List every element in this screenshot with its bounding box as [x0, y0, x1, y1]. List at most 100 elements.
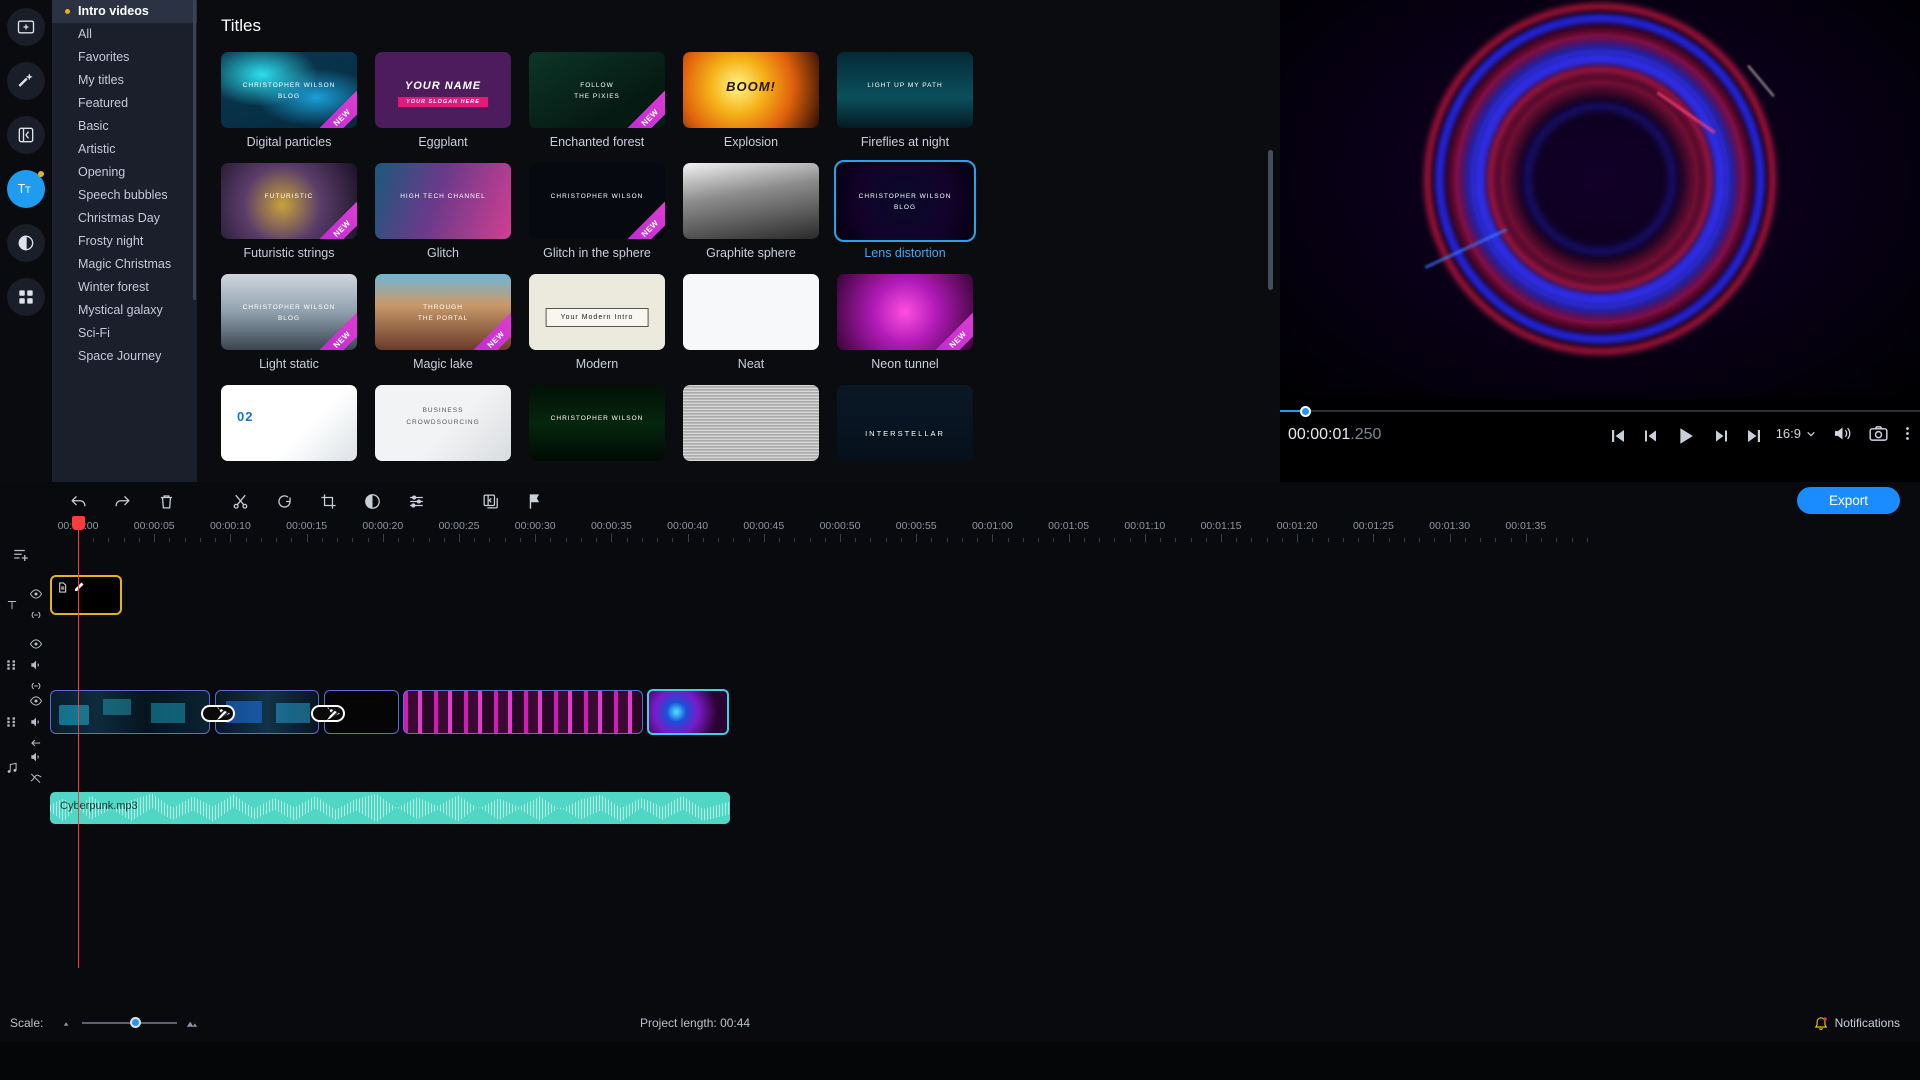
speaker-icon[interactable]: [29, 658, 43, 672]
step-forward-icon[interactable]: [1713, 428, 1729, 444]
sidebar-item-my-titles[interactable]: My titles: [52, 69, 197, 92]
title-thumbnail[interactable]: LIGHT UP MY PATH: [837, 52, 973, 128]
sidebar-item-speech-bubbles[interactable]: Speech bubbles: [52, 184, 197, 207]
title-thumbnail[interactable]: CHRISTOPHER WILSONBLOGNEW: [221, 52, 357, 128]
skip-end-icon[interactable]: [1746, 428, 1762, 444]
title-thumbnail[interactable]: [683, 385, 819, 461]
eye-icon[interactable]: [29, 587, 43, 601]
cut-button[interactable]: [218, 482, 262, 520]
title-card[interactable]: CHRISTOPHER WILSONBLOGNEWLight static: [221, 274, 375, 371]
sidebar-item-featured[interactable]: Featured: [52, 92, 197, 115]
title-card[interactable]: Neat: [683, 274, 837, 371]
sidebar-item-magic-christmas[interactable]: Magic Christmas: [52, 253, 197, 276]
title-card[interactable]: LIGHT UP MY PATHFireflies at night: [837, 52, 991, 149]
title-card[interactable]: FOLLOWTHE PIXIESNEWEnchanted forest: [529, 52, 683, 149]
title-card[interactable]: CHRISTOPHER WILSONBLOGLens distortion: [837, 163, 991, 260]
play-icon[interactable]: [1676, 426, 1696, 446]
more-options-icon[interactable]: [1905, 425, 1910, 442]
marker-button[interactable]: [512, 482, 556, 520]
import-media-icon[interactable]: [7, 8, 45, 46]
sidebar-item-artistic[interactable]: Artistic: [52, 138, 197, 161]
skip-start-icon[interactable]: [1610, 428, 1626, 444]
title-card[interactable]: INTERSTELLAR: [837, 385, 991, 468]
scale-track[interactable]: [82, 1022, 177, 1024]
playhead[interactable]: [78, 520, 79, 968]
sidebar-item-basic[interactable]: Basic: [52, 115, 197, 138]
sidebar-item-christmas-day[interactable]: Christmas Day: [52, 207, 197, 230]
undo-button[interactable]: [56, 482, 100, 520]
title-card[interactable]: BUSINESSCROWDSOURCING: [375, 385, 529, 468]
title-thumbnail[interactable]: FOLLOWTHE PIXIESNEW: [529, 52, 665, 128]
title-thumbnail[interactable]: FUTURISTICNEW: [221, 163, 357, 239]
sidebar-item-intro-videos[interactable]: Intro videos: [52, 0, 197, 23]
sidebar-item-opening[interactable]: Opening: [52, 161, 197, 184]
category-sidebar[interactable]: Intro videosAllFavoritesMy titlesFeature…: [52, 0, 197, 482]
aspect-ratio-selector[interactable]: 16:9: [1776, 426, 1816, 441]
title-thumbnail[interactable]: Your Modern Intro: [529, 274, 665, 350]
delete-button[interactable]: [144, 482, 188, 520]
title-clip[interactable]: [50, 575, 122, 615]
snapshot-icon[interactable]: [1869, 425, 1888, 442]
title-thumbnail[interactable]: CHRISTOPHER WILSONBLOGNEW: [221, 274, 357, 350]
title-card[interactable]: CHRISTOPHER WILSONNEWGlitch in the spher…: [529, 163, 683, 260]
title-card[interactable]: THROUGHTHE PORTALNEWMagic lake: [375, 274, 529, 371]
volume-icon[interactable]: [1833, 425, 1852, 442]
add-track-icon[interactable]: [12, 546, 30, 569]
zoom-out-icon[interactable]: [61, 1018, 74, 1028]
title-card[interactable]: Graphite sphere: [683, 163, 837, 260]
audio-clip[interactable]: Cyberpunk.mp3: [50, 792, 730, 824]
eye-icon[interactable]: [29, 694, 43, 708]
title-thumbnail[interactable]: HIGH TECH CHANNEL: [375, 163, 511, 239]
title-thumbnail[interactable]: 02: [221, 385, 357, 461]
notifications-button[interactable]: Notifications: [1814, 1016, 1900, 1031]
audio-curve-icon[interactable]: [29, 771, 43, 785]
video-clip-1[interactable]: [50, 690, 210, 734]
stabilize-button[interactable]: [468, 482, 512, 520]
title-card[interactable]: Your Modern IntroModern: [529, 274, 683, 371]
link-icon[interactable]: [29, 608, 43, 622]
title-card[interactable]: CHRISTOPHER WILSON: [529, 385, 683, 468]
scale-knob[interactable]: [130, 1017, 141, 1028]
title-thumbnail[interactable]: BOOM!: [683, 52, 819, 128]
sidebar-item-sci-fi[interactable]: Sci-Fi: [52, 322, 197, 345]
title-thumbnail[interactable]: THROUGHTHE PORTALNEW: [375, 274, 511, 350]
titles-icon[interactable]: TT: [7, 170, 45, 208]
title-thumbnail[interactable]: BUSINESSCROWDSOURCING: [375, 385, 511, 461]
sidebar-item-frosty-night[interactable]: Frosty night: [52, 230, 197, 253]
speaker-icon[interactable]: [29, 715, 43, 729]
title-thumbnail[interactable]: [683, 274, 819, 350]
seek-knob[interactable]: [1300, 406, 1311, 417]
title-card[interactable]: BOOM!Explosion: [683, 52, 837, 149]
title-card[interactable]: NEWNeon tunnel: [837, 274, 991, 371]
sidebar-item-mystical-galaxy[interactable]: Mystical galaxy: [52, 299, 197, 322]
title-card[interactable]: HIGH TECH CHANNELGlitch: [375, 163, 529, 260]
sidebar-item-favorites[interactable]: Favorites: [52, 46, 197, 69]
eye-icon[interactable]: [29, 637, 43, 651]
title-card[interactable]: 02: [221, 385, 375, 468]
sidebar-item-all[interactable]: All: [52, 23, 197, 46]
category-scrollbar[interactable]: [193, 0, 196, 300]
arrow-left-icon[interactable]: [29, 736, 43, 750]
scale-slider[interactable]: [61, 1018, 200, 1029]
transition-2[interactable]: [311, 705, 345, 722]
stickers-icon[interactable]: [7, 278, 45, 316]
timeline-ruler[interactable]: 00:00:0000:00:0500:00:1000:00:1500:00:20…: [56, 520, 1920, 542]
video-clip-5[interactable]: [647, 689, 729, 735]
filters-icon[interactable]: [7, 224, 45, 262]
title-thumbnail[interactable]: [683, 163, 819, 239]
title-card[interactable]: CHRISTOPHER WILSONBLOGNEWDigital particl…: [221, 52, 375, 149]
zoom-in-icon[interactable]: [185, 1018, 200, 1029]
seek-bar[interactable]: [1280, 406, 1920, 416]
title-thumbnail[interactable]: NEW: [837, 274, 973, 350]
title-card[interactable]: YOUR NAMEYOUR SLOGAN HEREEggplant: [375, 52, 529, 149]
export-button[interactable]: Export: [1797, 487, 1900, 514]
color-adjust-button[interactable]: [350, 482, 394, 520]
title-thumbnail[interactable]: CHRISTOPHER WILSON: [529, 385, 665, 461]
transition-1[interactable]: [201, 705, 235, 722]
title-card[interactable]: FUTURISTICNEWFuturistic strings: [221, 163, 375, 260]
video-clip-4[interactable]: [403, 690, 643, 734]
sidebar-item-space-journey[interactable]: Space Journey: [52, 345, 197, 368]
title-thumbnail[interactable]: CHRISTOPHER WILSONBLOG: [837, 163, 973, 239]
title-thumbnail[interactable]: CHRISTOPHER WILSONNEW: [529, 163, 665, 239]
link-icon[interactable]: [29, 679, 43, 693]
